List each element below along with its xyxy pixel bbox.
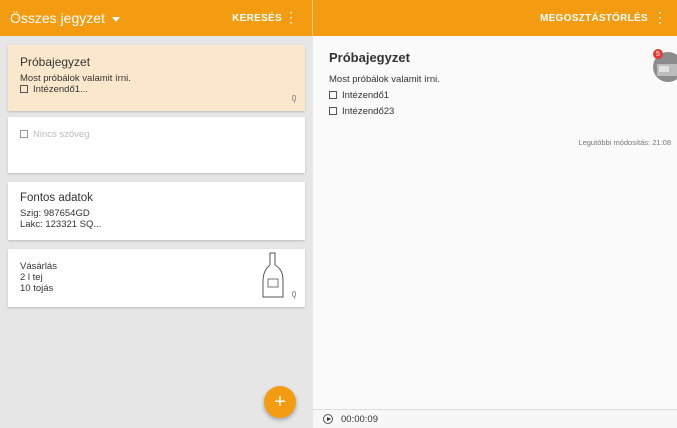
note-title: Próbajegyzet (20, 55, 91, 69)
microphone-icon (291, 95, 297, 103)
bottle-sketch-image (262, 252, 284, 298)
more-vert-icon[interactable]: ⋮ (284, 10, 298, 24)
last-modified: Legutóbbi módosítás: 21:08 (578, 138, 671, 147)
more-vert-icon[interactable]: ⋮ (653, 10, 667, 24)
note-checklist-item: Intézendő1... (20, 84, 293, 95)
note-empty: Nincs szöveg (20, 129, 293, 140)
detail-toolbar: MEGOSZTÁS TÖRLÉS ⋮ (313, 0, 677, 36)
microphone-icon (291, 291, 297, 299)
share-button[interactable]: MEGOSZTÁS (540, 13, 606, 24)
checkbox-icon (20, 85, 28, 94)
note-line: Szig: 987654GD (20, 208, 90, 219)
note-line: 10 tojás (20, 283, 54, 294)
filter-label: Összes jegyzet (10, 10, 105, 26)
checkbox-icon[interactable] (329, 91, 337, 100)
note-detail: Próbajegyzet Most próbálok valamit írni.… (313, 36, 677, 428)
note-card[interactable]: Vásárlás 2 l tej 10 tojás (8, 249, 305, 307)
note-card[interactable]: Nincs szöveg (8, 117, 305, 173)
note-title: Vásárlás (20, 261, 57, 272)
checklist-item-label: Intézendő1... (33, 84, 88, 95)
detail-title[interactable]: Próbajegyzet (329, 50, 410, 65)
detail-checklist-item: Intézendő23 (329, 106, 394, 117)
notes-list: Próbajegyzet Most próbálok valamit írni.… (0, 36, 313, 428)
note-title: Fontos adatok (20, 192, 93, 204)
note-text: Most próbálok valamit írni. (20, 73, 131, 84)
note-line: 2 l tej (20, 272, 43, 283)
note-line: Lakc: 123321 SQ... (20, 219, 102, 230)
play-icon[interactable] (323, 414, 333, 424)
caret-down-icon (111, 16, 120, 22)
audio-time: 00:00:09 (341, 413, 378, 425)
notification-badge: 5 (653, 49, 663, 59)
checklist-item-label[interactable]: Intézendő1 (342, 90, 389, 101)
detail-checklist-item: Intézendő1 (329, 90, 389, 101)
app-bar: Összes jegyzet KERESÉS ⋮ MEGOSZTÁS TÖRLÉ… (0, 0, 677, 36)
checkbox-icon (20, 130, 28, 139)
empty-placeholder: Nincs szöveg (33, 129, 90, 140)
checkbox-icon[interactable] (329, 107, 337, 116)
delete-button[interactable]: TÖRLÉS (606, 13, 648, 24)
audio-player: 00:00:09 (313, 409, 677, 428)
notes-filter-dropdown[interactable]: Összes jegyzet (10, 10, 120, 26)
search-button[interactable]: KERESÉS (232, 13, 282, 24)
note-card[interactable]: Fontos adatok Szig: 987654GD Lakc: 12332… (8, 182, 305, 240)
checklist-item-label[interactable]: Intézendő23 (342, 106, 394, 117)
note-card[interactable]: Próbajegyzet Most próbálok valamit írni.… (8, 45, 305, 111)
add-note-button[interactable]: + (264, 386, 296, 418)
list-toolbar: Összes jegyzet KERESÉS ⋮ (0, 0, 313, 36)
detail-text[interactable]: Most próbálok valamit írni. (329, 74, 440, 85)
